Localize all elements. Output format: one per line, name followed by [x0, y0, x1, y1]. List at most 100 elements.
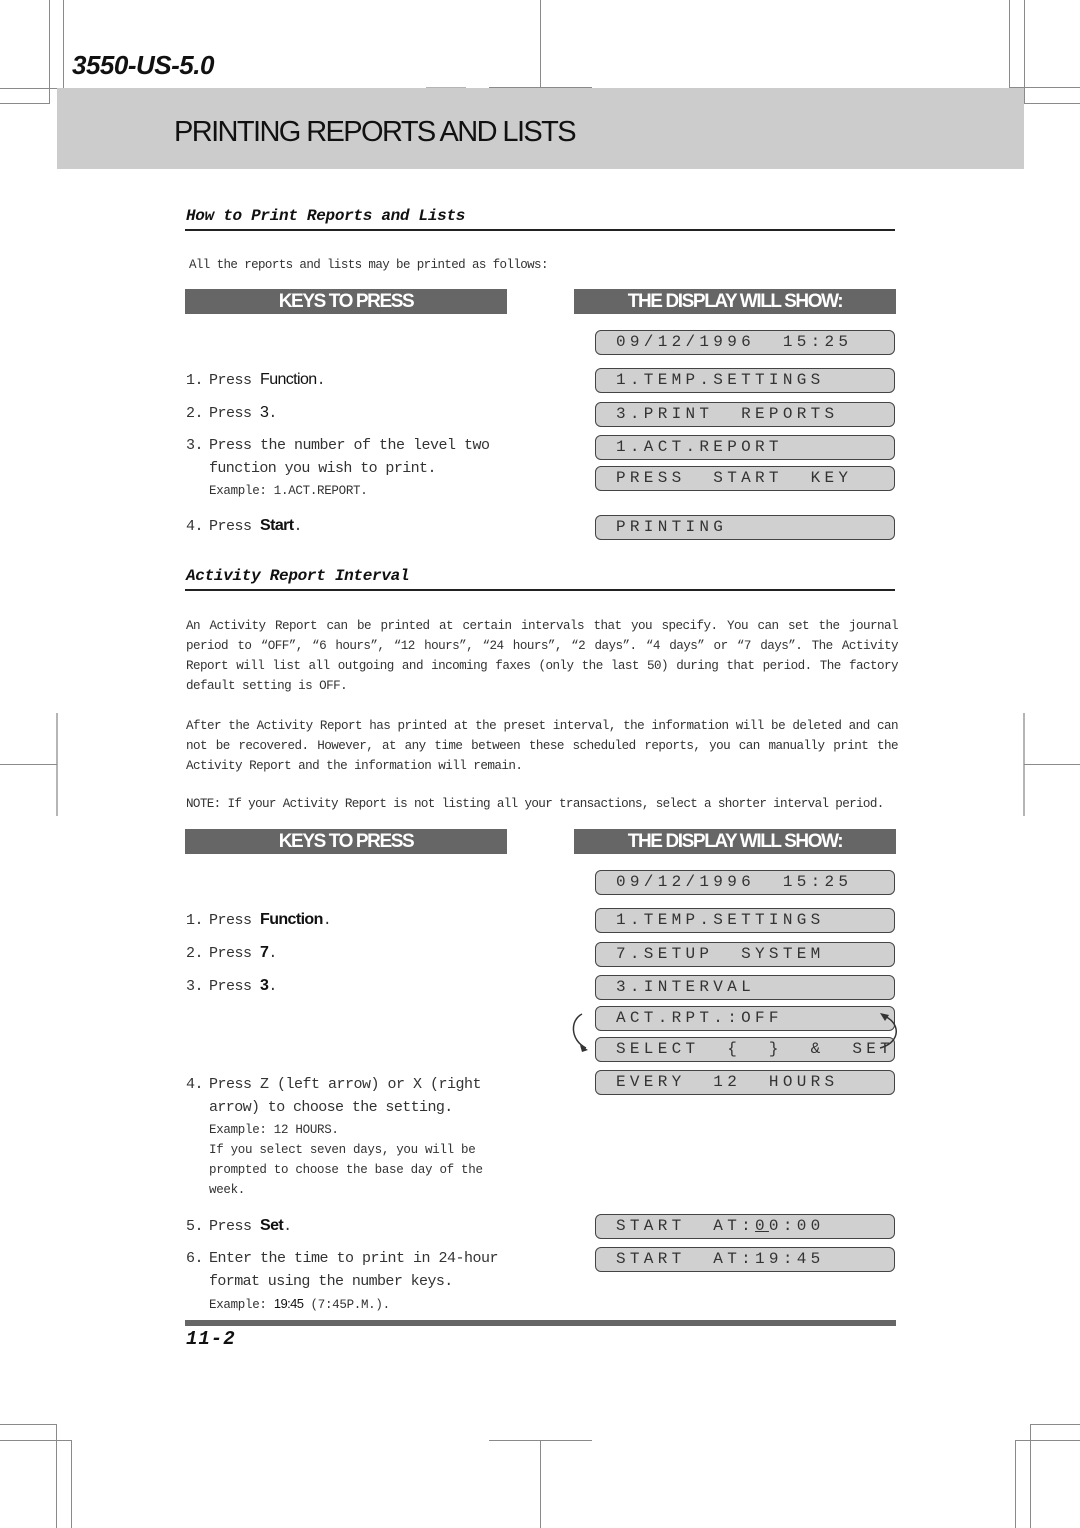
paragraph: After the Activity Report has printed at…	[186, 719, 899, 773]
lcd-display: SELECT { } & SET	[595, 1037, 895, 1062]
lcd-text: START AT:	[616, 1217, 756, 1235]
crop-mark	[0, 1424, 57, 1425]
crop-mark	[1009, 0, 1010, 88]
crop-mark	[540, 1440, 541, 1528]
step-number: 2.	[186, 405, 204, 422]
lcd-display: 1.TEMP.SETTINGS	[595, 368, 895, 393]
cycle-arrow-right-icon	[879, 1013, 897, 1049]
step-note: prompted to choose the base day of the	[209, 1163, 483, 1177]
step-item: 2. Press 7.	[186, 942, 277, 965]
display-will-show-header: THE DISPLAY WILL SHOW:	[574, 289, 896, 314]
step-text: Press	[209, 912, 261, 929]
key-name: Set	[260, 1217, 284, 1234]
step-punct: .	[316, 372, 326, 389]
step-punct: .	[283, 1218, 292, 1235]
step-note: week.	[209, 1183, 246, 1197]
step-text-continued: function you wish to print.	[209, 460, 436, 477]
step-text: Press	[209, 518, 261, 535]
step-text: Press	[209, 405, 261, 422]
lcd-display: 3.PRINT REPORTS	[595, 402, 895, 427]
step-text: Enter the time to print in 24-hour	[209, 1250, 499, 1267]
crop-mark	[0, 1440, 72, 1441]
paragraph: An Activity Report can be printed at cer…	[186, 619, 899, 693]
step-number: 3.	[186, 978, 204, 995]
step-number: 2.	[186, 945, 204, 962]
step-number: 6.	[186, 1250, 204, 1267]
step-item: 3. Press 3.	[186, 975, 277, 998]
step-punct: .	[293, 518, 302, 535]
step-text: Press the number of the level two	[209, 437, 490, 454]
step-number: 1.	[186, 372, 204, 389]
note-text: NOTE: If your Activity Report is not lis…	[186, 797, 884, 811]
step-item: 5. Press Set.	[186, 1215, 292, 1238]
crop-mark	[0, 88, 63, 89]
section-title: How to Print Reports and Lists	[186, 207, 466, 225]
lcd-display: PRINTING	[595, 515, 895, 540]
lcd-display: 09/12/1996 15:25	[595, 870, 895, 895]
step-item: 1. Press Function.	[186, 369, 326, 392]
crop-mark	[63, 0, 64, 88]
step-item: 2. Press 3.	[186, 402, 277, 425]
crop-mark	[1030, 1424, 1031, 1528]
example-suffix: (7:45P.M.).	[303, 1298, 391, 1312]
lcd-display: EVERY 12 HOURS	[595, 1070, 895, 1095]
chapter-title: PRINTING REPORTS AND LISTS	[174, 116, 577, 148]
step-note: If you select seven days, you will be	[209, 1143, 476, 1157]
example-value: 19:45	[273, 1296, 304, 1311]
lcd-display: START AT:19:45	[595, 1247, 895, 1272]
crop-mark	[1015, 1440, 1080, 1441]
lcd-display: 09/12/1996 15:25	[595, 330, 895, 355]
step-punct: .	[268, 405, 277, 422]
section-title: Activity Report Interval	[186, 567, 410, 585]
key-name: Start	[260, 517, 294, 534]
chapter-banner: PRINTING REPORTS AND LISTS	[57, 88, 1024, 169]
lcd-display: PRESS START KEY	[595, 466, 895, 491]
crop-mark	[71, 1440, 72, 1528]
step-example: Example: 12 HOURS.	[209, 1123, 339, 1137]
keys-to-press-header: KEYS TO PRESS	[185, 829, 507, 854]
step-number: 3.	[186, 437, 204, 454]
step-punct: .	[322, 912, 332, 929]
lcd-display: START AT:00:00	[595, 1214, 895, 1239]
step-example: Example: 19:45 (7:45P.M.).	[209, 1294, 390, 1315]
step-item: 3. Press the number of the level two	[186, 435, 490, 457]
crop-mark	[56, 1424, 57, 1528]
lcd-text: 0:00	[768, 1217, 825, 1235]
lcd-cursor: 0	[755, 1217, 769, 1235]
step-item: 4. Press Z (left arrow) or X (right	[186, 1074, 482, 1096]
step-number: 4.	[186, 518, 204, 535]
step-punct: .	[268, 978, 277, 995]
step-text: Press	[209, 945, 261, 962]
intro-text: All the reports and lists may be printed…	[189, 258, 548, 272]
step-number: 4.	[186, 1076, 204, 1093]
step-example: Example: 1.ACT.REPORT.	[209, 484, 368, 498]
key-name: Function	[260, 371, 317, 388]
step-text: Press Z (left arrow) or X (right	[209, 1076, 482, 1093]
crop-mark	[1024, 764, 1080, 765]
crop-mark	[1031, 1424, 1080, 1425]
step-item: 4. Press Start.	[186, 515, 302, 538]
page-number: 11-2	[186, 1328, 236, 1350]
step-text: Press	[209, 978, 261, 995]
step-text-continued: format using the number keys.	[209, 1273, 453, 1290]
step-number: 5.	[186, 1218, 204, 1235]
step-item: 6. Enter the time to print in 24-hour	[186, 1248, 499, 1270]
lcd-display: 3.INTERVAL	[595, 975, 895, 1000]
cycle-arrow-left-icon	[572, 1013, 588, 1052]
crop-mark	[0, 764, 57, 765]
crop-mark	[1015, 1440, 1016, 1528]
model-number: 3550-US-5.0	[72, 50, 214, 80]
step-text: Press	[209, 372, 261, 389]
step-item: 1. Press Function.	[186, 909, 332, 932]
footer-rule	[185, 1320, 896, 1326]
crop-mark	[1024, 0, 1025, 104]
keys-to-press-header: KEYS TO PRESS	[185, 289, 507, 314]
lcd-display: 7.SETUP SYSTEM	[595, 942, 895, 967]
step-number: 1.	[186, 912, 204, 929]
crop-mark	[540, 0, 541, 88]
lcd-display: 1.TEMP.SETTINGS	[595, 908, 895, 933]
crop-mark	[1024, 103, 1080, 104]
step-text-continued: arrow) to choose the setting.	[209, 1099, 453, 1116]
section-rule	[185, 229, 895, 231]
lcd-display: ACT.RPT.:OFF	[595, 1006, 895, 1031]
